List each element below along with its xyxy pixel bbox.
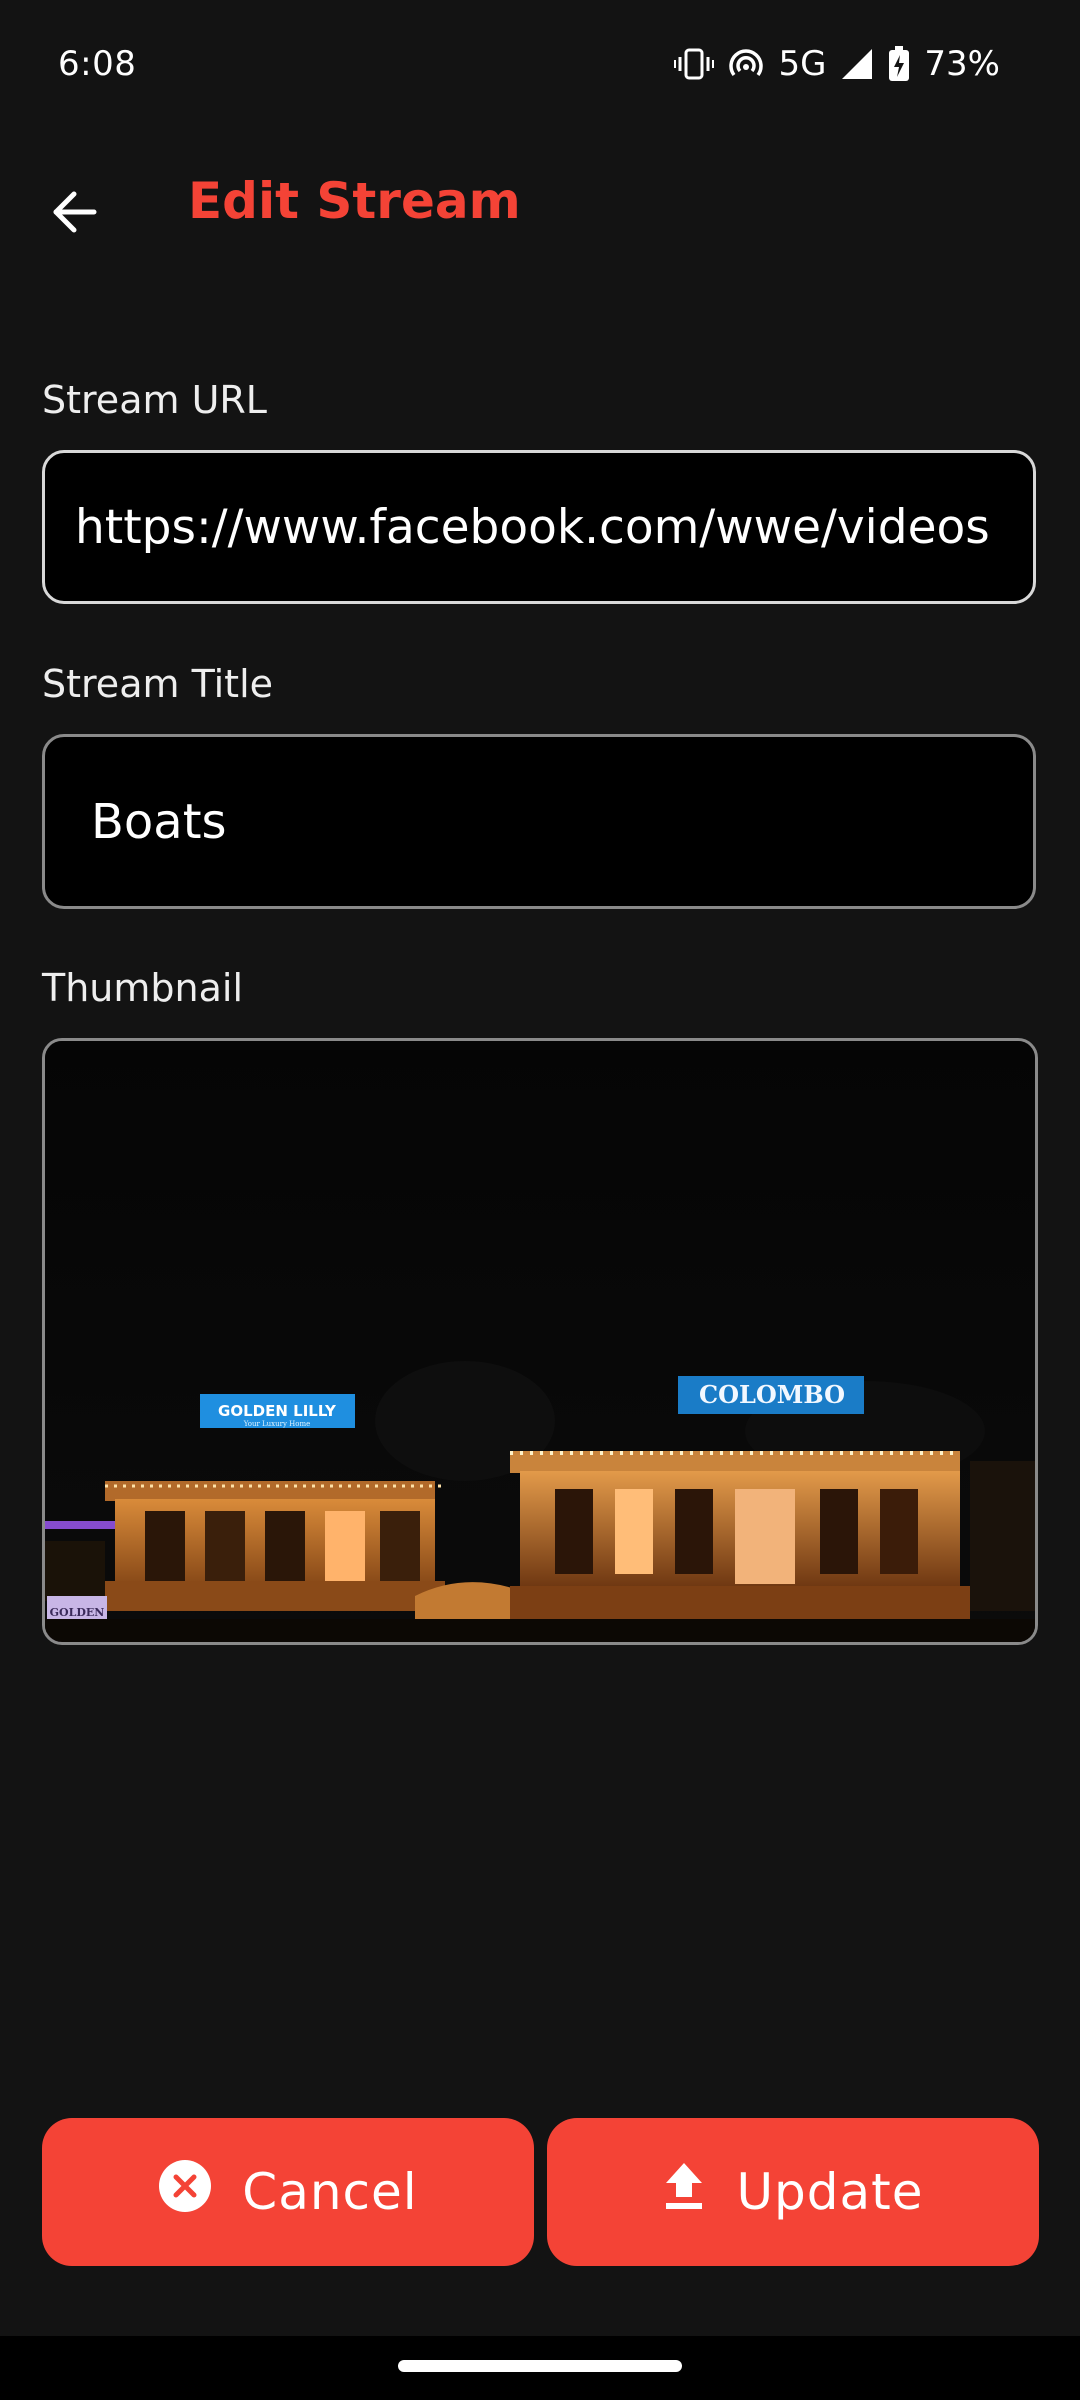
- update-label: Update: [736, 2163, 924, 2221]
- thumbnail-image: GOLDEN LILLY Your Luxury Home COLOMBO GO…: [45, 1041, 1035, 1642]
- update-button[interactable]: Update: [547, 2118, 1039, 2266]
- svg-text:GOLDEN: GOLDEN: [50, 1606, 105, 1619]
- hotspot-icon: [728, 47, 764, 81]
- page-title: Edit Stream: [188, 172, 521, 230]
- stream-title-field[interactable]: [42, 734, 1036, 909]
- stream-url-field[interactable]: [42, 450, 1036, 604]
- svg-text:GOLDEN LILLY: GOLDEN LILLY: [218, 1402, 337, 1420]
- arrow-back-icon: [50, 190, 98, 238]
- battery-charging-icon: [888, 46, 910, 82]
- battery-percent: 73%: [924, 44, 1000, 84]
- thumbnail-picker[interactable]: GOLDEN LILLY Your Luxury Home COLOMBO GO…: [42, 1038, 1038, 1645]
- thumbnail-label: Thumbnail: [42, 966, 244, 1010]
- stream-url-label: Stream URL: [42, 378, 267, 422]
- back-button[interactable]: [30, 170, 118, 258]
- cancel-button[interactable]: Cancel: [42, 2118, 534, 2266]
- network-type: 5G: [778, 44, 827, 84]
- cancel-circle-icon: [158, 2159, 212, 2225]
- status-icons: 5G 73%: [674, 42, 1000, 86]
- stream-title-input[interactable]: [45, 737, 1033, 906]
- svg-text:Your Luxury Home: Your Luxury Home: [243, 1420, 311, 1428]
- navigation-bar: [0, 2336, 1080, 2400]
- stream-url-input[interactable]: [45, 453, 1033, 601]
- upload-icon: [662, 2161, 706, 2223]
- signal-icon: [840, 47, 874, 81]
- svg-text:COLOMBO: COLOMBO: [699, 1380, 845, 1409]
- home-gesture-handle[interactable]: [398, 2360, 682, 2372]
- cancel-label: Cancel: [242, 2163, 418, 2221]
- status-time: 6:08: [58, 44, 137, 84]
- stream-title-label: Stream Title: [42, 662, 274, 706]
- status-bar: 6:08 5G 73%: [0, 0, 1080, 132]
- vibrate-icon: [674, 47, 715, 81]
- app-bar: Edit Stream: [0, 150, 1080, 260]
